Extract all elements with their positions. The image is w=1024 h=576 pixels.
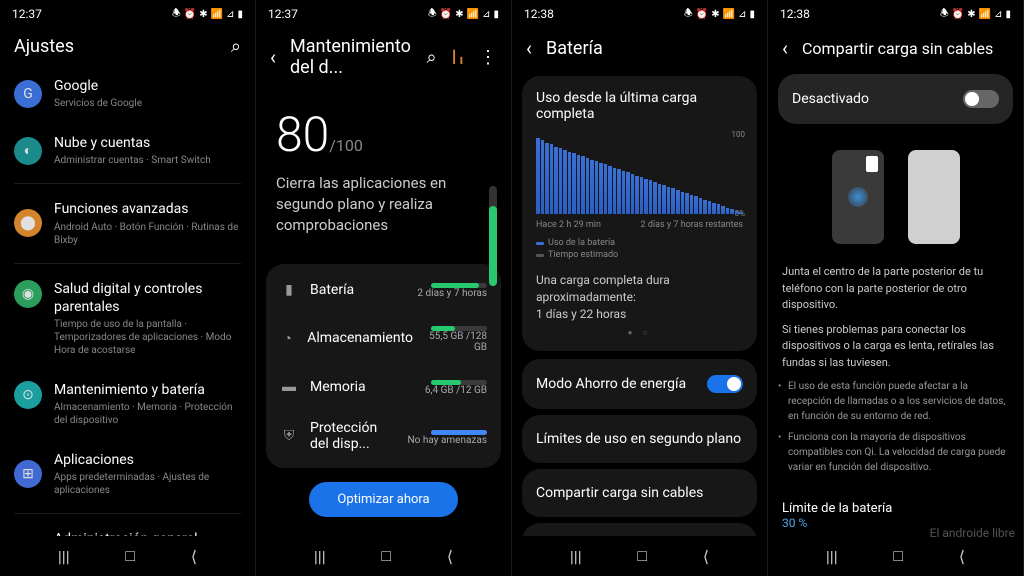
search-icon[interactable]: ⌕ (231, 36, 241, 57)
status-bar: 12:37 🕭⏰✱📶⊿▮ (256, 0, 511, 28)
back-icon[interactable]: ‹ (782, 36, 788, 60)
wellbeing-icon: ◉ (14, 280, 42, 308)
row-battery[interactable]: ▮Batería2 días y 7 horas (266, 268, 501, 311)
nav-bar: ||| □ ⟨ (0, 536, 255, 576)
shield-icon: ⛨ (280, 428, 298, 444)
score-bar (489, 186, 497, 286)
limit-label[interactable]: Límite de la batería (768, 491, 1023, 516)
page-title: Mantenimiento del d... (290, 36, 412, 78)
apps-icon: ⊞ (14, 460, 42, 488)
battery-icon: ▮ (280, 282, 298, 298)
page-title: Ajustes (14, 36, 217, 57)
nav-recents[interactable]: ||| (570, 547, 582, 566)
time: 12:37 (12, 7, 42, 21)
more-icon[interactable]: ⋮ (479, 47, 497, 68)
setting-general[interactable]: Administración generalIdioma y teclado ·… (0, 518, 255, 536)
page-title: Compartir carga sin cables (802, 39, 1009, 58)
nav-recents[interactable]: ||| (58, 547, 70, 566)
cloud-icon: ◐ (14, 137, 42, 165)
row-storage[interactable]: ◔Almacenamiento55,5 GB /128 GB (266, 311, 501, 365)
score: 80 (276, 106, 329, 163)
setting-battery[interactable]: ⊙Mantenimiento y bateríaAlmacenamiento ·… (0, 369, 255, 439)
status-bar: 12:38 🕭⏰✱📶⊿▮ (512, 0, 767, 28)
time: 12:37 (268, 7, 298, 21)
page-dots: ● ○ (536, 328, 743, 337)
nav-home[interactable]: □ (125, 546, 135, 566)
back-icon[interactable]: ‹ (526, 36, 532, 60)
row-wireless-share[interactable]: Compartir carga sin cables (522, 469, 757, 517)
setting-apps[interactable]: ⊞AplicacionesApps predeterminadas · Ajus… (0, 439, 255, 509)
back-icon[interactable]: ‹ (270, 45, 276, 69)
illustration (768, 130, 1023, 264)
google-icon: G (14, 80, 42, 108)
status-bar: 12:37 🕭⏰✱📶⊿▮ (0, 0, 255, 28)
data-icon[interactable]: ┃╻ (451, 50, 465, 64)
optimize-button[interactable]: Optimizar ahora (309, 482, 457, 517)
nav-recents[interactable]: ||| (314, 547, 326, 566)
nav-back[interactable]: ⟨ (703, 547, 709, 566)
battery-icon: ⊙ (14, 381, 42, 409)
watermark: El androide libre (930, 526, 1015, 540)
row-more-battery[interactable]: Más ajustes de batería (522, 523, 757, 536)
score-desc: Cierra las aplicaciones en segundo plano… (276, 173, 491, 236)
time: 12:38 (780, 7, 810, 21)
nav-home[interactable]: □ (381, 546, 391, 566)
nav-recents[interactable]: ||| (826, 547, 838, 566)
nav-back[interactable]: ⟨ (447, 547, 453, 566)
time: 12:38 (524, 7, 554, 21)
row-bglimits[interactable]: Límites de uso en segundo plano (522, 415, 757, 463)
setting-advanced[interactable]: ⬤Funciones avanzadasAndroid Auto · Botón… (0, 188, 255, 258)
state-row[interactable]: Desactivado (778, 74, 1013, 124)
nav-home[interactable]: □ (637, 546, 647, 566)
status-bar: 12:38 🕭⏰✱📶⊿▮ (768, 0, 1023, 28)
nav-back[interactable]: ⟨ (191, 547, 197, 566)
setting-cloud[interactable]: ◐Nube y cuentasAdministrar cuentas · Sma… (0, 122, 255, 179)
nav-bar: ||| □ ⟨ (256, 536, 511, 576)
memory-icon: ▬ (280, 378, 298, 395)
setting-wellbeing[interactable]: ◉Salud digital y controles parentalesTie… (0, 268, 255, 369)
nav-bar: ||| □ ⟨ (768, 536, 1023, 576)
advanced-icon: ⬤ (14, 209, 42, 237)
row-protection[interactable]: ⛨Protección del disp...No hay amenazas (266, 408, 501, 464)
nav-home[interactable]: □ (893, 546, 903, 566)
info-text: Junta el centro de la parte posterior de… (768, 264, 1023, 371)
toggle-powershare[interactable] (963, 90, 999, 108)
toggle-powersaving[interactable] (707, 375, 743, 393)
device-card: ▮Batería2 días y 7 horas ◔Almacenamiento… (266, 264, 501, 468)
page-title: Batería (546, 38, 753, 59)
search-icon[interactable]: ⌕ (426, 47, 436, 68)
nav-back[interactable]: ⟨ (959, 547, 965, 566)
setting-google[interactable]: GGoogleServicios de Google (0, 65, 255, 122)
usage-card[interactable]: Uso desde la última carga completa 100 0… (522, 76, 757, 351)
storage-icon: ◔ (280, 330, 295, 347)
nav-bar: ||| □ ⟨ (512, 536, 767, 576)
battery-chart: 100 0% (536, 134, 743, 214)
row-powersaving[interactable]: Modo Ahorro de energía (522, 359, 757, 409)
row-memory[interactable]: ▬Memoria6,4 GB /12 GB (266, 365, 501, 408)
